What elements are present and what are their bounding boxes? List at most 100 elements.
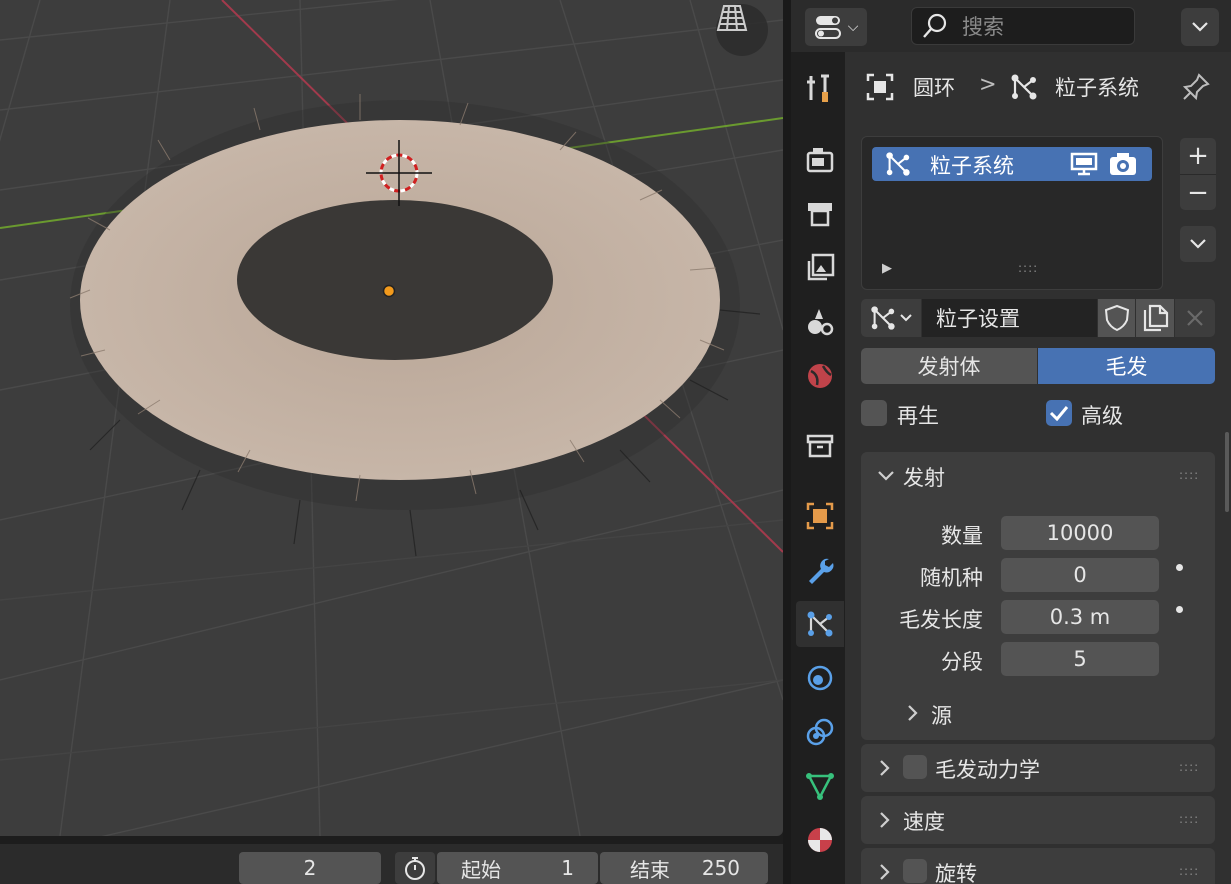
3d-viewport[interactable] xyxy=(0,0,783,836)
tab-tool[interactable] xyxy=(796,65,844,111)
unlink-button[interactable] xyxy=(1175,299,1215,337)
grid-icon xyxy=(716,5,748,31)
advanced-label: 高级 xyxy=(1081,404,1123,428)
drag-handle-icon[interactable]: :::: xyxy=(1179,468,1199,482)
emission-panel-header[interactable]: 发射 :::: xyxy=(861,452,1215,500)
options-dropdown-button[interactable] xyxy=(1181,8,1219,46)
chevron-right-icon xyxy=(880,760,890,776)
resize-grip-icon[interactable]: :::: xyxy=(1018,261,1038,275)
add-button[interactable]: + xyxy=(1180,138,1216,174)
breadcrumb-data: 粒子系统 xyxy=(1055,76,1139,100)
breadcrumb-separator: > xyxy=(979,72,997,96)
advanced-checkbox[interactable] xyxy=(1046,400,1072,426)
velocity-title: 速度 xyxy=(903,810,945,834)
perspective-toggle-button[interactable] xyxy=(716,4,768,56)
velocity-panel[interactable]: 速度 :::: xyxy=(861,796,1215,844)
hair-dynamics-panel[interactable]: 毛发动力学 :::: xyxy=(861,744,1215,792)
start-frame-field[interactable]: 起始 1 xyxy=(437,852,598,884)
particles-icon xyxy=(1011,74,1037,100)
count-label: 数量 xyxy=(941,524,983,548)
object-icon xyxy=(806,502,834,530)
scene-icon xyxy=(808,309,834,336)
drag-handle-icon[interactable]: :::: xyxy=(1179,812,1199,826)
drag-handle-icon[interactable]: :::: xyxy=(1179,864,1199,878)
list-item-name: 粒子系统 xyxy=(930,154,1014,178)
tab-object[interactable] xyxy=(796,493,844,539)
tab-constraints[interactable] xyxy=(796,709,844,755)
search-placeholder: 搜索 xyxy=(962,15,1004,39)
monitor-icon[interactable] xyxy=(1070,152,1098,176)
tab-collection[interactable] xyxy=(796,423,844,469)
tab-hair-label: 毛发 xyxy=(1105,355,1148,379)
chevron-down-icon xyxy=(1192,22,1208,32)
hair-length-field[interactable]: 0.3 m xyxy=(1001,600,1159,634)
regrow-label: 再生 xyxy=(897,404,939,428)
tab-hair[interactable]: 毛发 xyxy=(1038,348,1215,384)
rotation-checkbox[interactable] xyxy=(903,859,927,883)
browse-settings-button[interactable] xyxy=(861,299,921,337)
tab-world[interactable] xyxy=(796,353,844,399)
tab-particles[interactable] xyxy=(796,601,844,647)
particles-icon xyxy=(807,611,833,637)
mesh-data-icon xyxy=(806,773,834,800)
count-value: 10000 xyxy=(1046,521,1114,545)
current-frame-field[interactable]: 2 xyxy=(239,852,381,884)
particle-properties: 圆环 > 粒子系统 粒子系统 ▶ :::: + − 粒子设置 发射体 毛发 再生… xyxy=(845,52,1231,884)
viewport-scene xyxy=(0,0,783,836)
area-divider[interactable] xyxy=(783,0,791,884)
tab-material[interactable] xyxy=(796,817,844,863)
drag-handle-icon[interactable]: :::: xyxy=(1179,760,1199,774)
keyframe-dot-icon[interactable] xyxy=(1176,564,1183,571)
object-origin xyxy=(382,284,396,298)
source-subpanel-header[interactable]: 源 xyxy=(861,692,1215,736)
seed-field[interactable]: 0 xyxy=(1001,558,1159,592)
use-preview-range-button[interactable] xyxy=(395,852,435,884)
tab-output[interactable] xyxy=(796,191,844,237)
count-field[interactable]: 10000 xyxy=(1001,516,1159,550)
segments-field[interactable]: 5 xyxy=(1001,642,1159,676)
rotation-panel[interactable]: 旋转 :::: xyxy=(861,848,1215,884)
search-input[interactable]: 搜索 xyxy=(911,7,1135,45)
tab-data[interactable] xyxy=(796,763,844,809)
remove-button[interactable]: − xyxy=(1180,174,1216,210)
fake-user-button[interactable] xyxy=(1098,299,1135,337)
output-icon xyxy=(808,203,832,227)
minus-icon: − xyxy=(1187,177,1209,208)
hair-dynamics-checkbox[interactable] xyxy=(903,755,927,779)
physics-icon xyxy=(807,665,833,691)
tab-view-layer[interactable] xyxy=(796,245,844,291)
duplicate-button[interactable] xyxy=(1136,299,1174,337)
properties-header: ⌵ 搜索 xyxy=(791,0,1231,52)
hair-dynamics-title: 毛发动力学 xyxy=(935,758,1040,782)
emission-panel: 发射 :::: 数量 10000 随机种 0 毛发长度 0.3 m 分段 5 源 xyxy=(861,452,1215,740)
tab-emitter[interactable]: 发射体 xyxy=(861,348,1037,384)
scrollbar[interactable] xyxy=(1225,432,1229,512)
source-title: 源 xyxy=(931,704,952,728)
end-frame-field[interactable]: 结束 250 xyxy=(600,852,768,884)
chevron-right-icon xyxy=(880,812,890,828)
play-icon[interactable]: ▶ xyxy=(882,261,892,276)
tab-scene[interactable] xyxy=(796,299,844,345)
specials-menu-button[interactable] xyxy=(1180,226,1216,262)
pin-icon[interactable] xyxy=(1181,72,1211,102)
tab-physics[interactable] xyxy=(796,655,844,701)
view-layer-icon xyxy=(807,253,835,281)
regrow-checkbox[interactable] xyxy=(861,400,887,426)
hair-length-label: 毛发长度 xyxy=(899,608,983,632)
start-frame-value: 1 xyxy=(561,856,574,880)
breadcrumb-object: 圆环 xyxy=(913,76,955,100)
editor-type-button[interactable]: ⌵ xyxy=(805,8,867,46)
tab-render[interactable] xyxy=(796,137,844,183)
particle-system-list[interactable]: 粒子系统 ▶ :::: xyxy=(861,136,1163,290)
list-add-remove: + − xyxy=(1180,138,1216,210)
chevron-right-icon xyxy=(880,864,890,880)
settings-name-field[interactable]: 粒子设置 xyxy=(922,299,1097,337)
end-frame-value: 250 xyxy=(701,856,740,880)
chevron-down-icon xyxy=(878,471,894,481)
keyframe-dot-icon[interactable] xyxy=(1176,606,1183,613)
stopwatch-icon xyxy=(405,857,425,880)
chevron-down-icon xyxy=(900,314,912,322)
camera-icon[interactable] xyxy=(1108,151,1138,177)
list-item[interactable]: 粒子系统 xyxy=(872,147,1152,181)
tab-modifiers[interactable] xyxy=(796,547,844,593)
